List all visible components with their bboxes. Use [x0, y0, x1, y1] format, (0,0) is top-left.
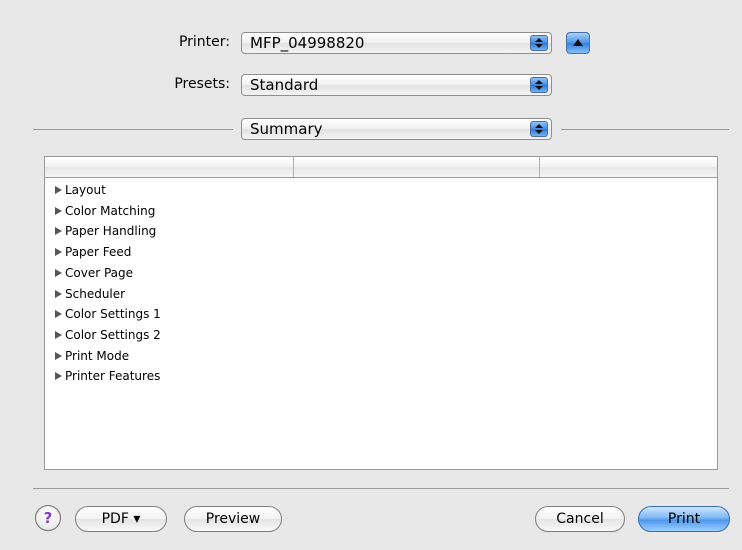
popup-arrows-icon: [530, 35, 548, 51]
help-button[interactable]: ?: [35, 505, 61, 531]
print-button[interactable]: Print: [638, 506, 730, 532]
printer-popup[interactable]: MFP_04998820: [241, 32, 552, 54]
summary-item-printer-features[interactable]: Printer Features: [55, 366, 161, 387]
disclosure-triangle-icon[interactable]: [55, 186, 62, 194]
summary-panel: Layout Color Matching Paper Handling Pap…: [44, 156, 718, 470]
summary-item-paper-handling[interactable]: Paper Handling: [55, 221, 161, 242]
separator-left: [33, 129, 233, 130]
column-header-1[interactable]: [45, 157, 294, 177]
summary-item-layout[interactable]: Layout: [55, 180, 161, 201]
column-header-2[interactable]: [294, 157, 540, 177]
up-triangle-icon: [573, 39, 583, 46]
presets-popup[interactable]: Standard: [241, 74, 552, 96]
summary-item-print-mode[interactable]: Print Mode: [55, 346, 161, 367]
disclosure-triangle-icon[interactable]: [55, 310, 62, 319]
summary-list: Layout Color Matching Paper Handling Pap…: [55, 180, 161, 387]
pane-popup[interactable]: Summary: [241, 118, 552, 140]
column-header-3[interactable]: [540, 157, 717, 177]
printer-label: Printer:: [178, 34, 230, 50]
summary-table-header: [45, 157, 717, 178]
presets-popup-value: Standard: [250, 76, 319, 94]
summary-item-color-settings-2[interactable]: Color Settings 2: [55, 325, 161, 346]
summary-item-color-settings-1[interactable]: Color Settings 1: [55, 304, 161, 325]
disclosure-triangle-icon[interactable]: [55, 372, 62, 381]
disclosure-triangle-icon[interactable]: [55, 351, 62, 360]
popup-arrows-icon: [530, 121, 548, 137]
presets-label: Presets:: [174, 76, 230, 92]
disclosure-button[interactable]: [566, 32, 590, 54]
summary-item-paper-feed[interactable]: Paper Feed: [55, 242, 161, 263]
disclosure-triangle-icon[interactable]: [55, 268, 62, 277]
separator-right: [561, 129, 729, 130]
disclosure-triangle-icon[interactable]: [55, 248, 62, 257]
summary-item-color-matching[interactable]: Color Matching: [55, 201, 161, 222]
disclosure-triangle-icon[interactable]: [55, 227, 62, 236]
disclosure-triangle-icon[interactable]: [55, 289, 62, 298]
disclosure-triangle-icon[interactable]: [55, 206, 62, 215]
summary-item-cover-page[interactable]: Cover Page: [55, 263, 161, 284]
printer-popup-value: MFP_04998820: [250, 34, 365, 52]
preview-button[interactable]: Preview: [184, 506, 282, 532]
disclosure-triangle-icon[interactable]: [55, 330, 62, 339]
pane-popup-value: Summary: [250, 120, 323, 138]
bottom-separator: [33, 488, 729, 489]
summary-item-scheduler[interactable]: Scheduler: [55, 284, 161, 305]
popup-arrows-icon: [530, 77, 548, 93]
pdf-button[interactable]: PDF ▾: [75, 506, 167, 532]
cancel-button[interactable]: Cancel: [535, 506, 625, 532]
